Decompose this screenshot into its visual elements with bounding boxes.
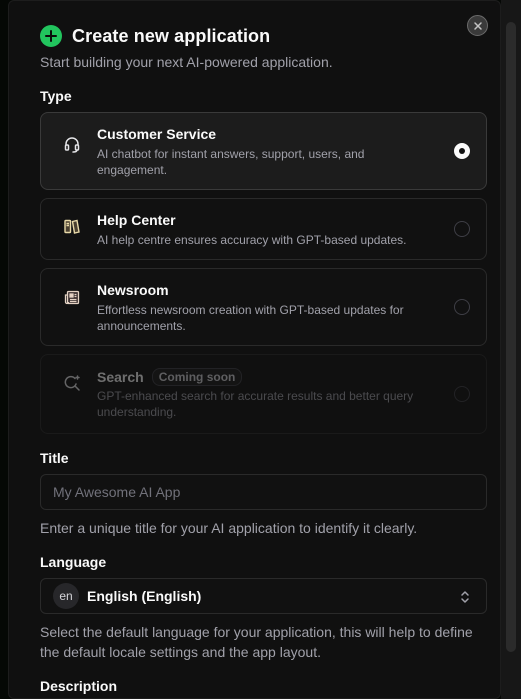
title-input[interactable] bbox=[40, 474, 487, 510]
type-option-help-center[interactable]: Help Center AI help centre ensures accur… bbox=[40, 198, 487, 260]
book-icon bbox=[63, 218, 81, 236]
radio-newsroom[interactable] bbox=[454, 299, 470, 315]
dialog-subtitle: Start building your next AI-powered appl… bbox=[40, 54, 333, 70]
type-option-title: Help Center bbox=[97, 212, 176, 228]
language-code-badge: en bbox=[53, 583, 79, 609]
scrollbar-thumb[interactable] bbox=[506, 22, 516, 652]
search-sparkle-icon bbox=[63, 374, 81, 392]
description-label: Description bbox=[40, 678, 118, 694]
dialog-title: Create new application bbox=[72, 25, 271, 46]
radio-help-center[interactable] bbox=[454, 221, 470, 237]
language-label: Language bbox=[40, 554, 107, 570]
radio-search bbox=[454, 386, 470, 402]
type-option-description: GPT-enhanced search for accurate results… bbox=[97, 389, 414, 419]
type-option-title-text: Search bbox=[97, 369, 144, 385]
title-help-text: Enter a unique title for your AI applica… bbox=[40, 520, 418, 536]
type-label: Type bbox=[40, 88, 72, 104]
chevron-up-down-icon bbox=[458, 589, 472, 605]
close-button[interactable] bbox=[467, 15, 488, 36]
type-option-title: Search Coming soon bbox=[97, 368, 243, 386]
coming-soon-badge: Coming soon bbox=[151, 368, 243, 386]
type-option-search: Search Coming soon GPT-enhanced search f… bbox=[40, 354, 487, 434]
dialog-header: Create new application bbox=[40, 25, 270, 47]
newspaper-icon bbox=[63, 289, 81, 307]
radio-customer-service[interactable] bbox=[454, 143, 470, 159]
type-option-title: Customer Service bbox=[97, 126, 217, 142]
type-option-customer-service[interactable]: Customer Service AI chatbot for instant … bbox=[40, 112, 487, 190]
scrollbar-track[interactable] bbox=[501, 0, 521, 699]
title-label: Title bbox=[40, 450, 69, 466]
type-option-title: Newsroom bbox=[97, 282, 169, 298]
language-help-text: Select the default language for your app… bbox=[40, 624, 473, 660]
headset-icon bbox=[63, 135, 81, 153]
type-option-description: AI help centre ensures accuracy with GPT… bbox=[97, 233, 407, 247]
type-option-description: AI chatbot for instant answers, support,… bbox=[97, 147, 365, 177]
type-option-newsroom[interactable]: Newsroom Effortless newsroom creation wi… bbox=[40, 268, 487, 346]
type-option-description: Effortless newsroom creation with GPT-ba… bbox=[97, 303, 404, 333]
close-icon bbox=[473, 21, 482, 30]
language-value: English (English) bbox=[87, 588, 202, 604]
create-application-dialog: Create new application Start building yo… bbox=[8, 0, 501, 699]
plus-circle-icon bbox=[40, 25, 62, 47]
language-select[interactable]: en English (English) bbox=[40, 578, 487, 614]
